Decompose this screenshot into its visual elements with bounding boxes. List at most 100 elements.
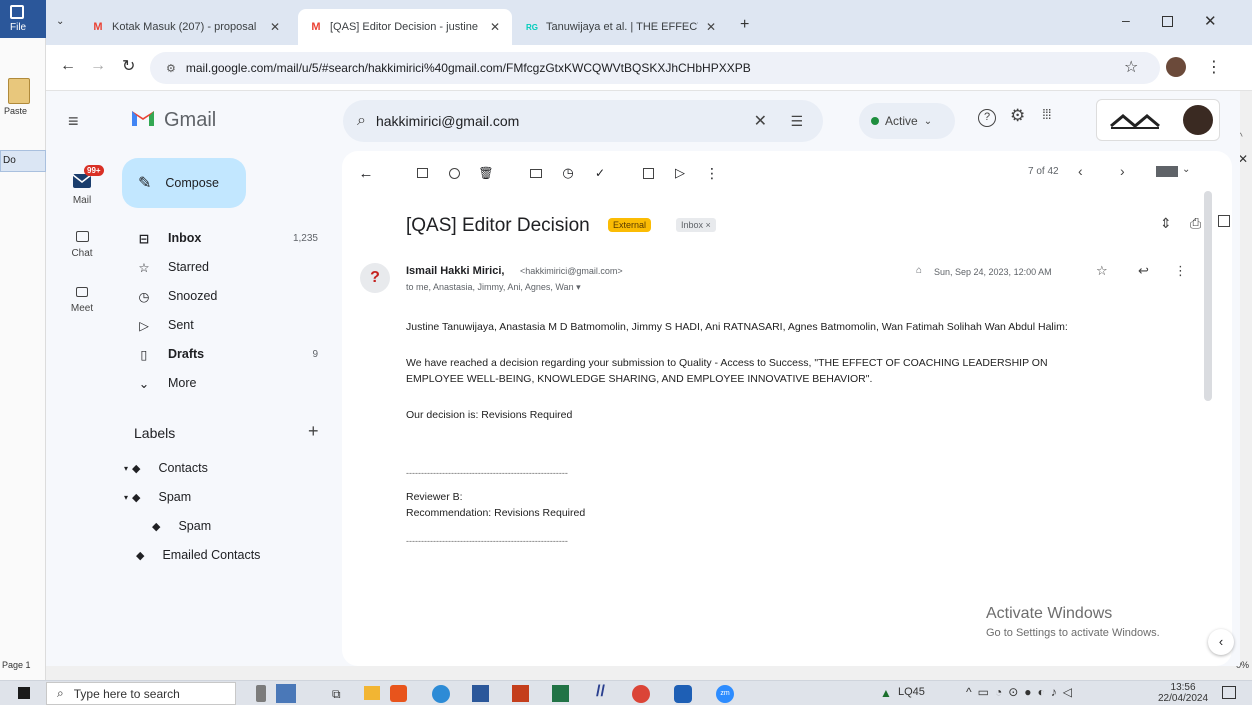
meet-app-icon[interactable] <box>674 685 692 703</box>
tab-close-icon[interactable]: ✕ <box>706 20 716 34</box>
pagination-text: 7 of 42 <box>1028 166 1059 177</box>
archive-icon[interactable] <box>412 163 432 183</box>
chevron-down-icon[interactable]: ⌄ <box>1182 164 1190 175</box>
window-close-icon[interactable]: ✕ <box>1204 12 1217 30</box>
move-to-icon[interactable] <box>638 163 658 183</box>
maximize-icon[interactable] <box>1162 16 1173 27</box>
system-tray-icons[interactable]: ^▭◔⊙●◐♪◁ <box>966 685 1078 699</box>
tab-researchgate[interactable]: RG Tanuwijaya et al. | THE EFFECT ✕ <box>514 9 730 45</box>
forward-icon[interactable]: → <box>90 57 106 75</box>
clock[interactable]: 13:56 22/04/2024 <box>1158 682 1208 704</box>
search-input[interactable]: hakkimirici@gmail.com <box>376 113 519 129</box>
reply-icon[interactable]: ↩ <box>1138 263 1149 279</box>
nav-inbox[interactable]: ⊟ Inbox 1,235 <box>118 224 330 252</box>
label-spam-parent[interactable]: ▾ ◆ Spam <box>124 483 191 511</box>
recipients-dropdown-icon[interactable]: ▾ <box>576 282 581 292</box>
stock-indicator-icon[interactable]: ▲ <box>880 686 892 700</box>
more-actions-icon[interactable]: ⋮ <box>702 163 722 183</box>
delete-icon[interactable]: 🗑 <box>476 163 496 183</box>
sender-avatar[interactable]: ? <box>360 263 390 293</box>
account-switcher[interactable] <box>1096 99 1220 141</box>
settings-gear-icon[interactable]: ⚙ <box>1010 106 1025 126</box>
browser-menu-icon[interactable]: ⋮ <box>1206 57 1222 77</box>
message-panel: ← 🗑 ◷ ✓ ▷ ⋮ 7 of 42 ‹ › ⌄ [QAS] Editor D… <box>342 151 1232 666</box>
apps-grid-icon[interactable]: ⁞⁞⁞ <box>1042 106 1052 122</box>
document-tab[interactable]: Do <box>0 150 46 172</box>
file-menu[interactable]: File <box>10 22 26 33</box>
task-view-icon[interactable]: ⧉ <box>332 687 341 702</box>
word-icon[interactable] <box>472 685 489 702</box>
search-bar[interactable]: ⌕ hakkimirici@gmail.com ✕ ☰ <box>343 100 823 142</box>
rail-mail[interactable]: 99+ Mail <box>46 165 118 206</box>
address-bar[interactable]: ⚙ mail.google.com/mail/u/5/#search/hakki… <box>150 52 1160 84</box>
search-options-icon[interactable]: ☰ <box>790 113 803 130</box>
remove-label-icon[interactable]: × <box>706 220 711 230</box>
powerpoint-icon[interactable] <box>512 685 529 702</box>
slash-app-icon[interactable]: // <box>596 683 605 701</box>
label-spam-child[interactable]: ◆ Spam <box>152 512 211 540</box>
excel-icon[interactable] <box>552 685 569 702</box>
photos-app-icon[interactable] <box>276 684 296 703</box>
notifications-icon[interactable] <box>1222 686 1236 699</box>
help-icon[interactable]: ? <box>978 109 996 127</box>
search-icon[interactable]: ⌕ <box>357 112 366 130</box>
show-side-panel-icon[interactable]: ‹ <box>1208 629 1234 655</box>
snooze-icon[interactable]: ◷ <box>558 163 578 183</box>
add-task-icon[interactable]: ✓ <box>590 163 610 183</box>
rail-mail-label: Mail <box>72 195 92 206</box>
battery-app-icon[interactable] <box>256 685 266 702</box>
nav-snoozed[interactable]: ◷ Snoozed <box>118 282 330 310</box>
tab-title: Tanuwijaya et al. | THE EFFECT <box>546 21 698 33</box>
new-tab-icon[interactable]: + <box>740 16 749 34</box>
chrome-icon[interactable] <box>632 685 650 703</box>
zoom-app-icon[interactable]: zm <box>716 685 734 703</box>
windows-start-icon[interactable] <box>18 687 30 699</box>
site-info-icon[interactable]: ⚙ <box>166 62 176 75</box>
label-icon[interactable]: ▷ <box>670 163 690 183</box>
nav-more[interactable]: ⌄ More <box>118 369 330 397</box>
rail-meet[interactable]: Meet <box>46 287 118 314</box>
compose-button[interactable]: ✎ Compose <box>122 158 246 208</box>
input-tools-icon[interactable] <box>1156 166 1178 177</box>
taskbar-search-box[interactable]: ⌕ Type here to search <box>46 682 236 705</box>
bookmark-star-icon[interactable]: ☆ <box>1124 57 1138 77</box>
report-spam-icon[interactable] <box>444 163 464 183</box>
clear-search-icon[interactable]: ✕ <box>754 111 767 131</box>
tab-close-icon[interactable]: ✕ <box>490 20 500 34</box>
attachment-icon: ⌂ <box>916 265 923 276</box>
message-more-icon[interactable]: ⋮ <box>1174 263 1187 279</box>
back-to-list-icon[interactable]: ← <box>356 163 376 183</box>
edge-icon[interactable] <box>432 685 450 703</box>
office-app-icon[interactable] <box>390 685 407 702</box>
tab-kotak-masuk[interactable]: M Kotak Masuk (207) - proposal ✕ <box>80 9 296 45</box>
rail-chat[interactable]: Chat <box>46 231 118 259</box>
scrollbar-thumb[interactable] <box>1204 191 1212 401</box>
save-icon[interactable] <box>10 5 24 19</box>
tab-editor-decision[interactable]: M [QAS] Editor Decision - justine ✕ <box>298 9 512 45</box>
print-icon[interactable]: ⎙ <box>1190 215 1201 232</box>
status-active-button[interactable]: Active ⌄ <box>859 103 955 139</box>
back-icon[interactable]: ← <box>60 57 76 75</box>
label-contacts[interactable]: ▾ ◆ Contacts <box>124 454 208 482</box>
sender-name[interactable]: Ismail Hakki Mirici, <box>406 265 504 277</box>
nav-starred[interactable]: ☆ Starred <box>118 253 330 281</box>
label-emailed-contacts[interactable]: ◆ Emailed Contacts <box>136 541 260 569</box>
expand-all-icon[interactable]: ⇕ <box>1160 215 1172 232</box>
file-explorer-icon[interactable] <box>364 686 380 700</box>
mark-unread-icon[interactable] <box>526 163 546 183</box>
tab-search-icon[interactable]: ⌄ <box>56 16 64 27</box>
older-icon[interactable]: › <box>1120 163 1125 179</box>
reload-icon[interactable]: ↻ <box>122 56 135 76</box>
open-new-window-icon[interactable] <box>1218 215 1230 227</box>
inbox-tag[interactable]: Inbox × <box>676 218 716 232</box>
add-label-icon[interactable]: + <box>308 421 319 442</box>
nav-drafts[interactable]: ▯ Drafts 9 <box>118 340 330 368</box>
tab-close-icon[interactable]: ✕ <box>270 20 280 34</box>
newer-icon[interactable]: ‹ <box>1078 163 1083 179</box>
profile-avatar[interactable] <box>1166 57 1186 77</box>
paste-icon[interactable] <box>8 78 30 104</box>
recipients-line[interactable]: to me, Anastasia, Jimmy, Ani, Agnes, Wan… <box>406 282 581 293</box>
minimize-icon[interactable]: – <box>1122 12 1130 28</box>
star-message-icon[interactable]: ☆ <box>1096 263 1108 279</box>
nav-sent[interactable]: ▷ Sent <box>118 311 330 339</box>
